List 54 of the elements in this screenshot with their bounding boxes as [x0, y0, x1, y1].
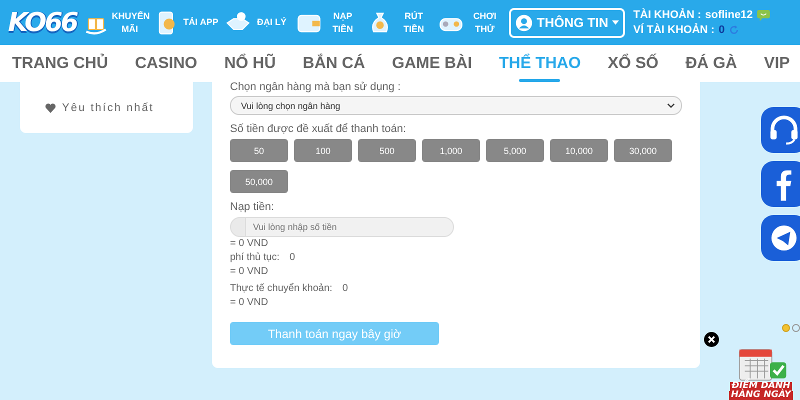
amount-label: Số tiền được đề xuất để thanh toán:: [230, 123, 408, 135]
amount-button[interactable]: 500: [358, 139, 416, 162]
favorites-link[interactable]: Yêu thích nhất: [62, 102, 154, 114]
caret-icon: [612, 20, 620, 25]
fee-vnd: = 0 VND: [230, 265, 270, 279]
account-label: TÀI KHOẢN :: [633, 9, 702, 21]
bank-select[interactable]: Vui lòng chọn ngân hàng: [230, 96, 682, 115]
actual-transfer-vnd: = 0 VND: [230, 296, 270, 310]
nav-tab[interactable]: THỂ THAO: [499, 45, 581, 82]
carousel-dot[interactable]: [782, 324, 790, 332]
chevron-icon: [667, 103, 675, 108]
fee-value: 0: [289, 251, 296, 265]
daily-checkin-text: HÀNG NGÀY: [729, 391, 793, 400]
nav-tab[interactable]: VIP: [764, 45, 790, 82]
telegram-icon[interactable]: [760, 215, 800, 261]
wallet-balance: 0: [718, 24, 725, 36]
deposit-vnd: = 0 VND: [230, 237, 270, 251]
menu-item[interactable]: NẠP TIỀN: [296, 10, 361, 36]
nav-tab[interactable]: NỔ HŨ: [224, 45, 276, 82]
menu-item[interactable]: CHƠI THỬ: [438, 10, 503, 36]
close-icon[interactable]: [704, 332, 719, 347]
facebook-icon[interactable]: [760, 161, 800, 207]
menu-item[interactable]: TẢI APP: [154, 10, 219, 36]
user-icon: [514, 14, 533, 32]
actual-transfer-value: 0: [342, 282, 348, 296]
nav-tab[interactable]: BẮN CÁ: [302, 45, 366, 82]
deposit-label: Nạp tiền:: [230, 201, 276, 213]
fee-label: phí thủ tục:: [230, 251, 280, 265]
nav-tab[interactable]: ĐÁ GÀ: [685, 45, 738, 82]
actual-transfer-label: Thực tế chuyển khoản:: [230, 282, 332, 296]
amount-button[interactable]: 10,000: [550, 139, 608, 162]
amount-button[interactable]: 1,000: [422, 139, 480, 162]
amount-button[interactable]: 100: [294, 139, 352, 162]
account-name: sofline12: [705, 9, 753, 21]
bank-label: Chọn ngân hàng mà bạn sử dụng :: [230, 82, 402, 92]
menu-item[interactable]: RÚT TIỀN: [366, 10, 432, 36]
menu-item[interactable]: ĐẠI LÝ: [224, 10, 290, 36]
nav-tab[interactable]: XỔ SỐ: [608, 45, 658, 82]
info-dropdown-button[interactable]: THÔNG TIN: [508, 8, 626, 38]
amount-button[interactable]: 30,000: [614, 139, 672, 162]
nav-tab[interactable]: GAME BÀI: [392, 45, 472, 82]
menu-item[interactable]: KHUYẾN MÃI: [82, 10, 148, 36]
amount-button[interactable]: 50,000: [230, 170, 288, 193]
logo[interactable]: KO66: [8, 8, 77, 38]
pay-now-button[interactable]: Thanh toán ngay bây giờ: [230, 322, 439, 345]
carousel-dot[interactable]: [792, 324, 800, 332]
amount-button[interactable]: 50: [230, 139, 288, 162]
deposit-amount-field[interactable]: Vui lòng nhập số tiền: [230, 217, 454, 237]
wallet-label: VÍ TÀI KHOẢN :: [633, 24, 715, 36]
headset-icon[interactable]: [760, 107, 800, 153]
nav-tab[interactable]: TRANG CHỦ: [12, 45, 108, 82]
heart-icon: [45, 102, 56, 112]
nav-tab[interactable]: CASINO: [135, 45, 198, 82]
amount-button[interactable]: 5,000: [486, 139, 544, 162]
